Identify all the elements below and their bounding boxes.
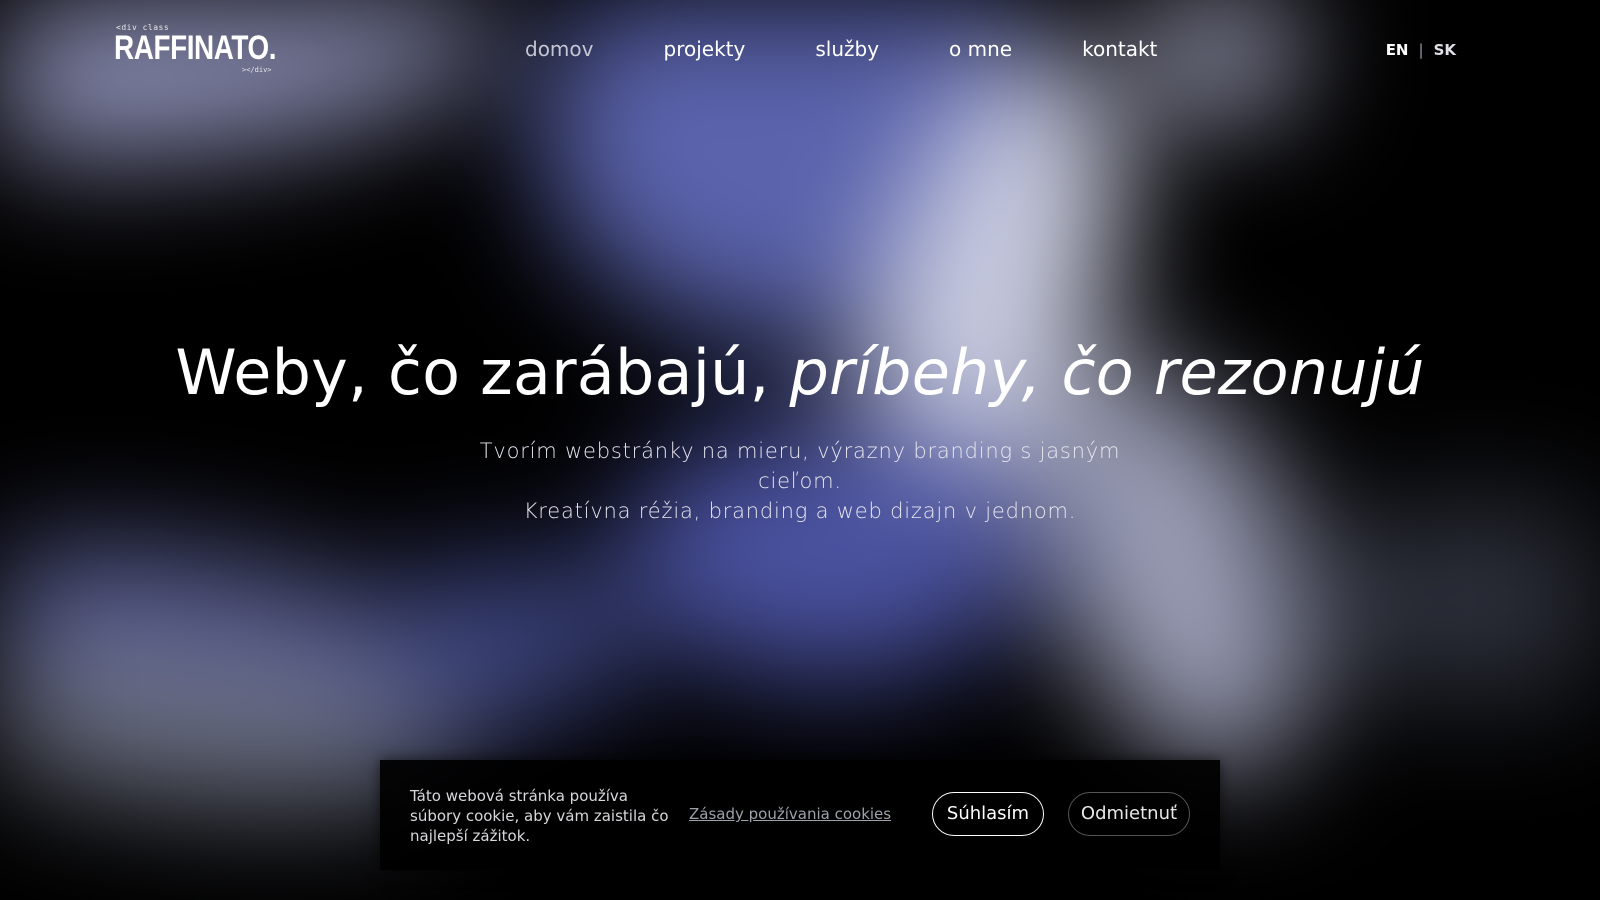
- hero-subtitle: Tvorím webstránky na mieru, výrazny bran…: [470, 436, 1130, 526]
- accept-cookies-button[interactable]: Súhlasím: [932, 792, 1044, 836]
- cookie-policy-link[interactable]: Zásady používania cookies: [689, 805, 891, 823]
- hero-title: Weby, čo zarábajú, príbehy, čo rezonujú: [0, 330, 1600, 416]
- cookie-banner: Táto webová stránka používa súbory cooki…: [380, 760, 1220, 870]
- hero-title-italic: príbehy, čo rezonujú: [789, 336, 1425, 409]
- cookie-message: Táto webová stránka používa súbory cooki…: [410, 787, 669, 845]
- nav-item-o-mne[interactable]: o mne: [949, 36, 1012, 62]
- hero-section: Weby, čo zarábajú, príbehy, čo rezonujú …: [0, 330, 1600, 526]
- decline-cookies-button[interactable]: Odmietnuť: [1068, 792, 1190, 836]
- nav-item-sluzby[interactable]: služby: [815, 36, 879, 62]
- logo[interactable]: <div class RAFFINATO. ></div>: [114, 22, 294, 78]
- nav-item-projekty[interactable]: projekty: [664, 36, 746, 62]
- language-switcher: EN | SK: [1386, 40, 1456, 60]
- nav-item-domov[interactable]: domov: [525, 36, 594, 62]
- main-nav: domov projekty služby o mne kontakt: [525, 36, 1157, 62]
- language-en[interactable]: EN: [1386, 40, 1409, 60]
- site-header: <div class RAFFINATO. ></div> domov proj…: [0, 0, 1600, 100]
- hero-title-plain: Weby, čo zarábajú,: [175, 336, 790, 409]
- nav-item-kontakt[interactable]: kontakt: [1082, 36, 1157, 62]
- logo-code-bottom: ></div>: [242, 66, 272, 74]
- language-separator: |: [1418, 41, 1424, 59]
- logo-wordmark: RAFFINATO.: [114, 29, 277, 67]
- hero-subtitle-line-2: Kreatívna réžia, branding a web dizajn v…: [523, 499, 1077, 523]
- hero-subtitle-line-1: Tvorím webstránky na mieru, výrazny bran…: [479, 439, 1121, 493]
- language-sk[interactable]: SK: [1434, 40, 1456, 60]
- page: <div class RAFFINATO. ></div> domov proj…: [0, 0, 1600, 900]
